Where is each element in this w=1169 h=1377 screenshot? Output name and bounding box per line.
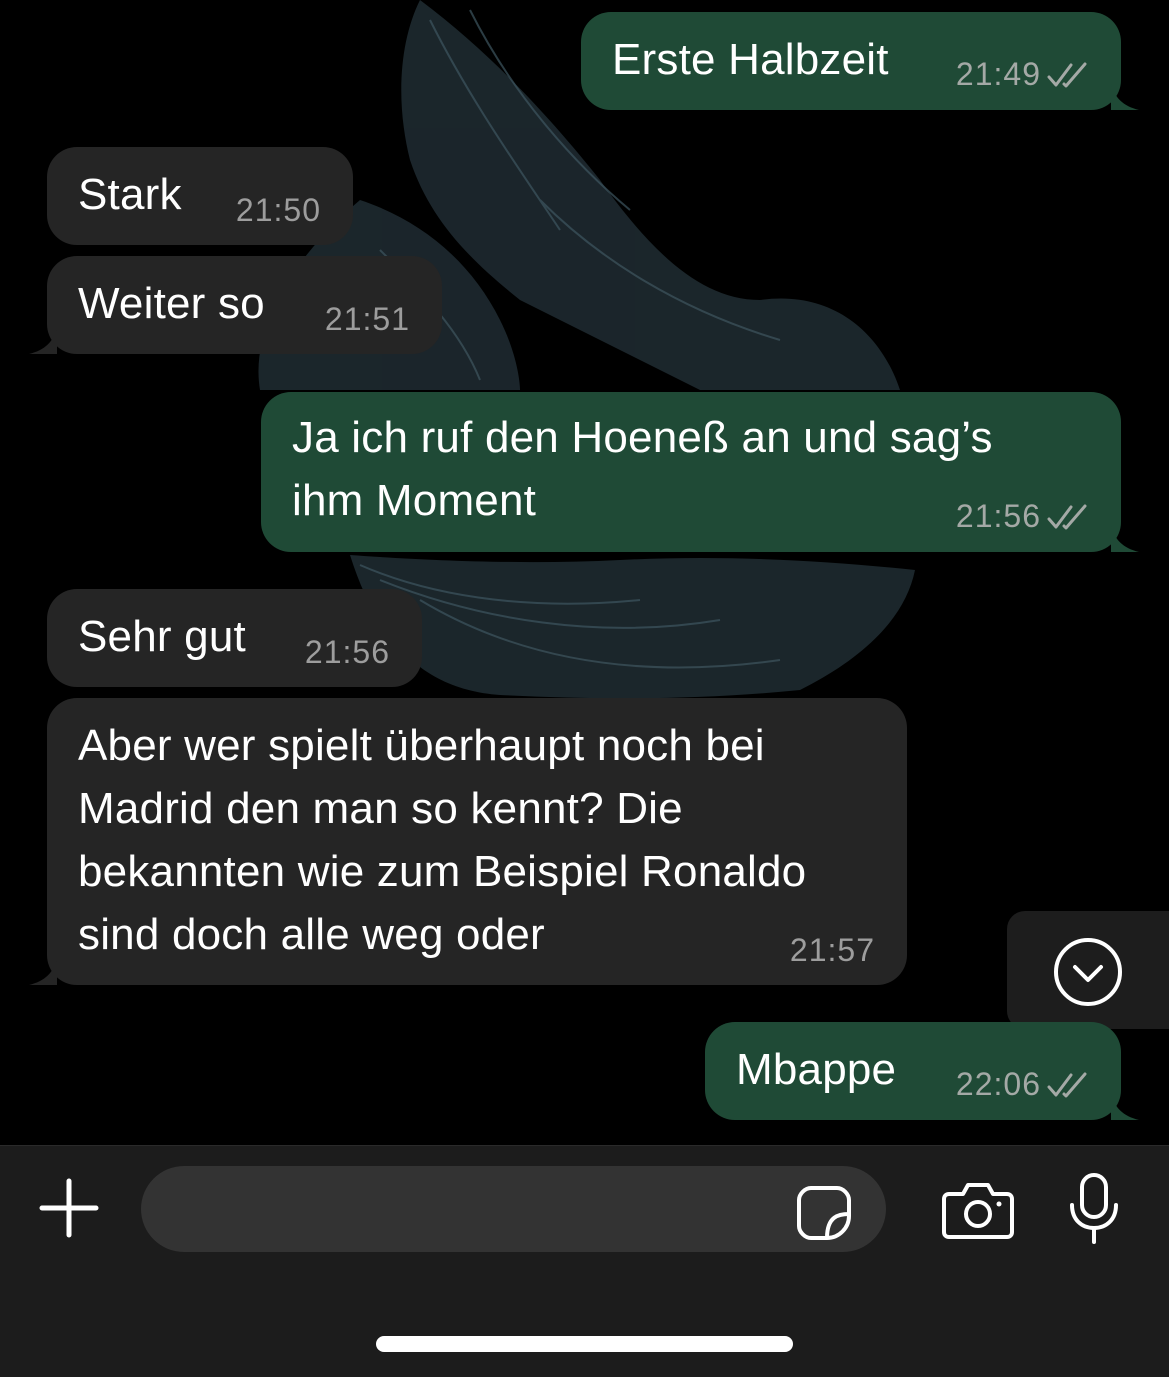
plus-icon[interactable]	[38, 1177, 100, 1239]
sticker-icon[interactable]	[795, 1184, 853, 1242]
message-text: Sehr gut	[78, 612, 246, 661]
message-text: Erste Halbzeit	[612, 35, 889, 84]
camera-icon[interactable]	[941, 1180, 1015, 1240]
outgoing-message[interactable]: Erste Halbzeit 21:49	[581, 12, 1139, 110]
message-meta: 21:56	[956, 498, 1091, 535]
incoming-message[interactable]: Weiter so 21:51	[29, 256, 442, 354]
message-time: 21:51	[324, 301, 410, 337]
message-meta: 21:49	[956, 56, 1091, 93]
message-time: 21:56	[955, 498, 1041, 534]
message-line: sind doch alle weg oder	[78, 910, 545, 959]
bubble-tail	[1111, 84, 1139, 110]
bubble-tail	[1111, 526, 1139, 552]
chevron-down-circle-icon	[1054, 938, 1122, 1006]
message-meta: 22:06	[956, 1066, 1091, 1103]
message-line: Ja ich ruf den Hoeneß an und sag’s	[292, 413, 993, 462]
chat-area[interactable]: Erste Halbzeit 21:49 Stark 21:50 Weiter …	[0, 0, 1169, 1145]
incoming-message[interactable]: Stark 21:50	[47, 147, 353, 245]
microphone-icon[interactable]	[1066, 1172, 1122, 1246]
message-text: Stark	[78, 170, 182, 219]
message-text: Mbappe	[736, 1045, 897, 1094]
message-text: Weiter so	[78, 279, 265, 328]
home-indicator	[376, 1336, 793, 1352]
message-input[interactable]	[141, 1166, 886, 1252]
incoming-message[interactable]: Aber wer spielt überhaupt noch bei Madri…	[29, 698, 907, 985]
bubble-tail	[29, 959, 57, 985]
message-line: Madrid den man so kennt? Die	[78, 784, 683, 833]
message-time: 21:57	[789, 932, 875, 968]
message-line: Aber wer spielt überhaupt noch bei	[78, 721, 765, 770]
bubble-tail	[1111, 1094, 1139, 1120]
read-receipt-icon	[1047, 1070, 1091, 1100]
message-line: bekannten wie zum Beispiel Ronaldo	[78, 847, 807, 896]
read-receipt-icon	[1047, 60, 1091, 90]
read-receipt-icon	[1047, 502, 1091, 532]
bubble-tail	[29, 328, 57, 354]
incoming-message[interactable]: Sehr gut 21:56	[47, 589, 422, 687]
message-line: ihm Moment	[292, 476, 537, 525]
outgoing-message[interactable]: Ja ich ruf den Hoeneß an und sag’s ihm M…	[261, 392, 1139, 552]
message-time: 22:06	[955, 1066, 1041, 1102]
message-time: 21:56	[304, 634, 390, 670]
message-time: 21:50	[235, 192, 321, 228]
scroll-to-bottom-button[interactable]	[1007, 911, 1169, 1029]
message-time: 21:49	[955, 56, 1041, 92]
outgoing-message[interactable]: Mbappe 22:06	[705, 1022, 1139, 1120]
